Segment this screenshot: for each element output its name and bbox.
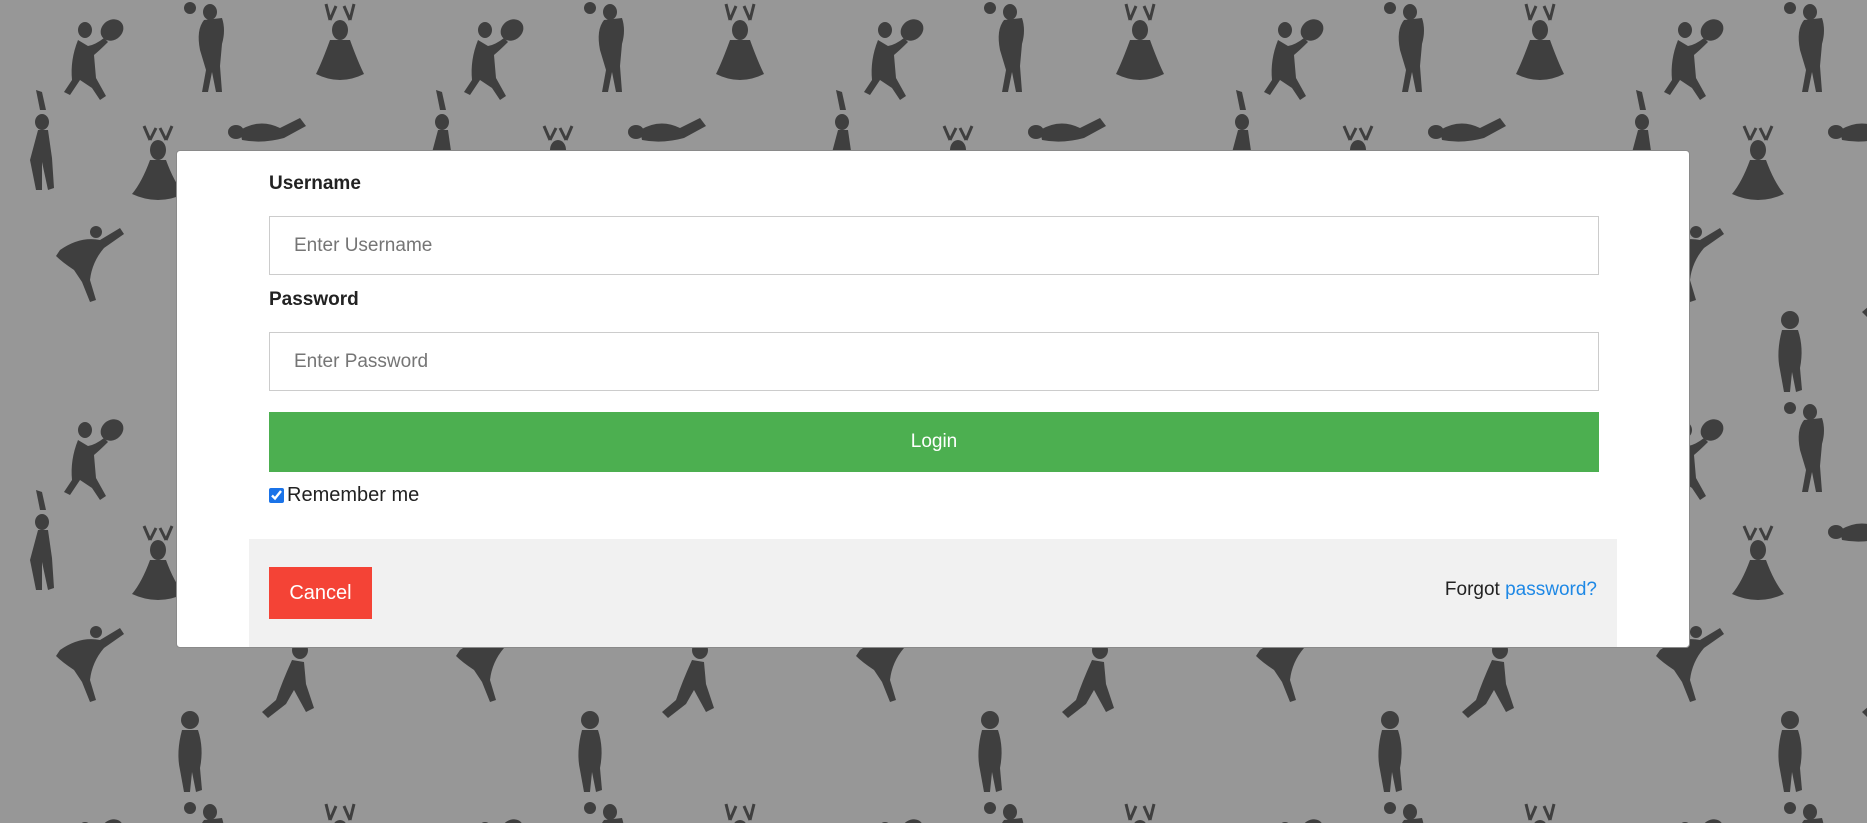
remember-me-row: Remember me bbox=[269, 484, 419, 507]
forgot-password-link[interactable]: password? bbox=[1505, 579, 1597, 600]
login-modal: Username Password Login Remember me Canc… bbox=[176, 150, 1690, 648]
cancel-button[interactable]: Cancel bbox=[269, 567, 372, 619]
forgot-password-text: Forgot password? bbox=[1445, 579, 1597, 601]
remember-me-label: Remember me bbox=[287, 484, 420, 506]
modal-footer: Cancel Forgot password? bbox=[249, 539, 1617, 647]
password-label: Password bbox=[269, 289, 359, 310]
password-input[interactable] bbox=[269, 332, 1599, 391]
remember-me-checkbox[interactable] bbox=[269, 488, 284, 503]
login-button[interactable]: Login bbox=[269, 412, 1599, 472]
username-input[interactable] bbox=[269, 216, 1599, 275]
username-label: Username bbox=[269, 173, 361, 194]
forgot-prefix: Forgot bbox=[1444, 579, 1506, 600]
